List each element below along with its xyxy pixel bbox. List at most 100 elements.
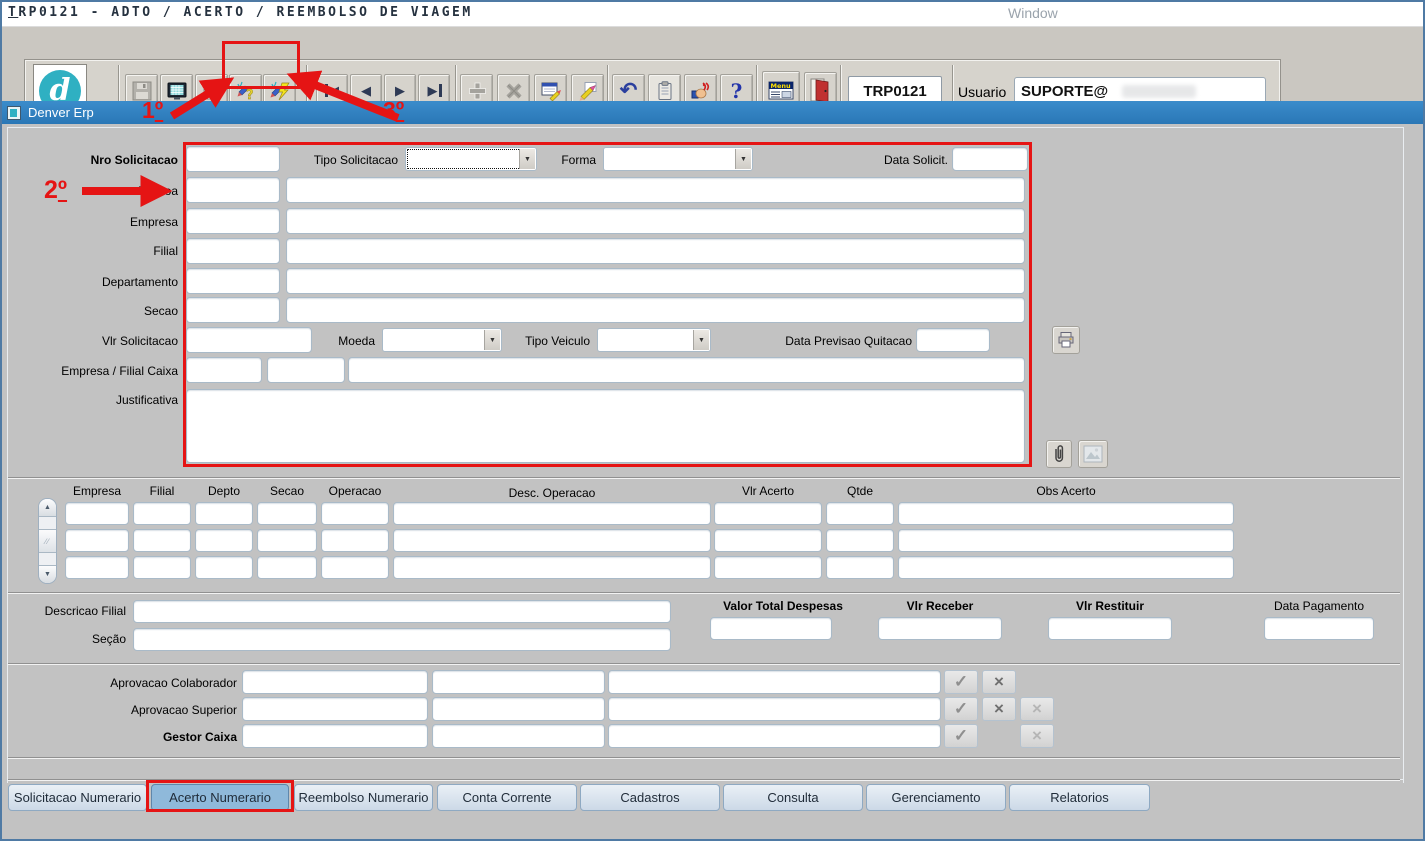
tipo-veiculo-select[interactable]: ▼ (597, 328, 711, 352)
gestor-caixa-user-input[interactable] (242, 724, 428, 748)
divider (7, 127, 1404, 128)
gestor-caixa-obs-input[interactable] (608, 724, 941, 748)
departamento-code-input[interactable] (186, 268, 280, 294)
menu-item-window[interactable]: Window (1008, 5, 1058, 21)
data-previsao-quitacao-input[interactable] (916, 328, 990, 352)
print-request-button[interactable] (1052, 326, 1080, 354)
aprovacao-colaborador-user-input[interactable] (242, 670, 428, 694)
chevron-down-icon[interactable]: ▼ (735, 149, 751, 169)
cell-vlr-acerto[interactable] (714, 502, 822, 525)
cell-empresa[interactable] (65, 556, 129, 579)
reprovar-colaborador-button[interactable]: × (982, 670, 1016, 694)
cell-filial[interactable] (133, 529, 191, 552)
window-icon (7, 106, 21, 120)
cell-filial[interactable] (133, 502, 191, 525)
cell-operacao[interactable] (321, 502, 389, 525)
aprovacao-superior-data-input[interactable] (432, 697, 605, 721)
nro-solicitacao-input[interactable] (186, 146, 280, 172)
tab-acerto-numerario[interactable]: Acerto Numerario (151, 784, 289, 811)
tab-reembolso-numerario[interactable]: Reembolso Numerario (294, 784, 433, 811)
valor-total-despesas-input[interactable] (710, 617, 832, 640)
forma-select[interactable]: ▼ (603, 147, 753, 171)
cell-vlr-acerto[interactable] (714, 529, 822, 552)
cell-qtde[interactable] (826, 502, 894, 525)
aprovacao-superior-user-input[interactable] (242, 697, 428, 721)
empresa-caixa-input[interactable] (186, 357, 262, 383)
vlr-restituir-input[interactable] (1048, 617, 1172, 640)
cell-qtde[interactable] (826, 529, 894, 552)
usuario-label: Usuario (958, 84, 1006, 100)
cell-depto[interactable] (195, 556, 253, 579)
gestor-caixa-data-input[interactable] (432, 724, 605, 748)
tab-conta-corrente[interactable]: Conta Corrente (437, 784, 577, 811)
aprovar-gestor-button[interactable]: ✓ (944, 724, 978, 748)
x-icon: × (1032, 699, 1042, 719)
cell-operacao[interactable] (321, 529, 389, 552)
aprovar-superior-button[interactable]: ✓ (944, 697, 978, 721)
cancelar-superior-button[interactable]: × (1020, 697, 1054, 721)
grid-scrollbar[interactable]: ▲ ∕∕ ▼ (38, 498, 57, 584)
filial-code-input[interactable] (186, 238, 280, 264)
scroll-up-button[interactable]: ▲ (39, 499, 56, 517)
image-button[interactable] (1078, 440, 1108, 468)
scroll-thumb[interactable]: ∕∕ (39, 529, 56, 553)
thumb-grip: ∕∕ (45, 537, 50, 546)
filial-caixa-input[interactable] (267, 357, 345, 383)
cell-empresa[interactable] (65, 502, 129, 525)
cell-obs-acerto[interactable] (898, 529, 1234, 552)
pessoa-name-input[interactable] (286, 177, 1025, 203)
divider (1403, 127, 1404, 783)
data-pagamento-input[interactable] (1264, 617, 1374, 640)
chevron-down-icon[interactable]: ▼ (693, 330, 709, 350)
cell-desc-operacao[interactable] (393, 502, 711, 525)
aprovar-colaborador-button[interactable]: ✓ (944, 670, 978, 694)
vlr-receber-input[interactable] (878, 617, 1002, 640)
cell-desc-operacao[interactable] (393, 529, 711, 552)
wand-question-icon: ? (234, 79, 258, 103)
tab-cadastros[interactable]: Cadastros (580, 784, 720, 811)
secao-descricao-input[interactable] (133, 628, 671, 651)
cell-filial[interactable] (133, 556, 191, 579)
chevron-down-icon[interactable]: ▼ (484, 330, 500, 350)
cell-secao[interactable] (257, 529, 317, 552)
aprovacao-colaborador-obs-input[interactable] (608, 670, 941, 694)
filial-name-input[interactable] (286, 238, 1025, 264)
tab-solicitacao-numerario[interactable]: Solicitacao Numerario (8, 784, 147, 811)
attachment-button[interactable] (1046, 440, 1072, 468)
reprovar-superior-button[interactable]: × (982, 697, 1016, 721)
caixa-descricao-input[interactable] (348, 357, 1025, 383)
secao-code-input[interactable] (186, 297, 280, 323)
tab-consulta[interactable]: Consulta (723, 784, 863, 811)
scroll-down-button[interactable]: ▼ (39, 565, 56, 583)
cell-operacao[interactable] (321, 556, 389, 579)
secao-name-input[interactable] (286, 297, 1025, 323)
cell-desc-operacao[interactable] (393, 556, 711, 579)
data-pagamento-label: Data Pagamento (1258, 599, 1380, 613)
cell-empresa[interactable] (65, 529, 129, 552)
justificativa-textarea[interactable] (186, 389, 1025, 463)
cell-secao[interactable] (257, 502, 317, 525)
aprovacao-colaborador-data-input[interactable] (432, 670, 605, 694)
cell-obs-acerto[interactable] (898, 556, 1234, 579)
cancelar-gestor-button[interactable]: × (1020, 724, 1054, 748)
cell-depto[interactable] (195, 529, 253, 552)
cell-qtde[interactable] (826, 556, 894, 579)
empresa-name-input[interactable] (286, 208, 1025, 234)
tab-gerenciamento[interactable]: Gerenciamento (866, 784, 1006, 811)
descricao-filial-input[interactable] (133, 600, 671, 623)
cell-depto[interactable] (195, 502, 253, 525)
cell-vlr-acerto[interactable] (714, 556, 822, 579)
departamento-name-input[interactable] (286, 268, 1025, 294)
justificativa-label: Justificativa (10, 393, 178, 407)
data-solicit-input[interactable] (952, 147, 1028, 171)
tipo-solicitacao-select[interactable]: ▼ (405, 147, 537, 171)
moeda-select[interactable]: ▼ (382, 328, 502, 352)
vlr-solicitacao-input[interactable] (186, 327, 312, 353)
cell-obs-acerto[interactable] (898, 502, 1234, 525)
empresa-code-input[interactable] (186, 208, 280, 234)
pessoa-code-input[interactable] (186, 177, 280, 203)
cell-secao[interactable] (257, 556, 317, 579)
aprovacao-superior-obs-input[interactable] (608, 697, 941, 721)
tab-relatorios[interactable]: Relatorios (1009, 784, 1150, 811)
chevron-down-icon[interactable]: ▼ (519, 149, 535, 169)
